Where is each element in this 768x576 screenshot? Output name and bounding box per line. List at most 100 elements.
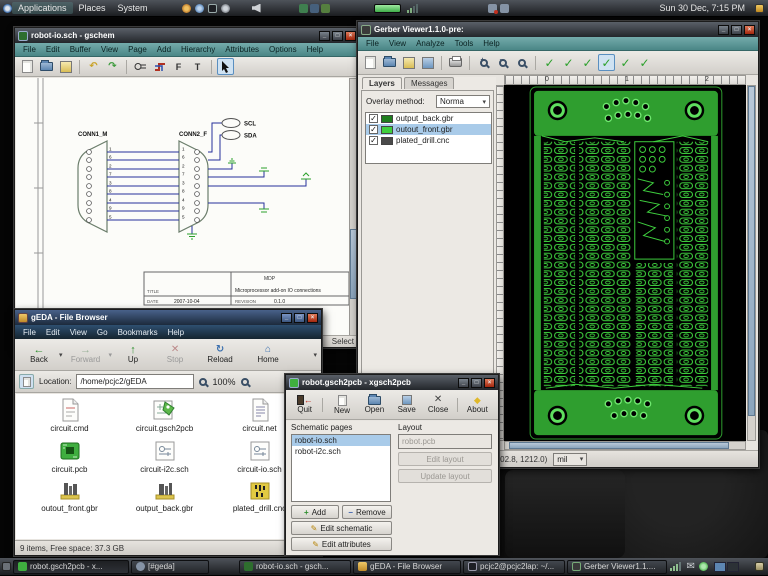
gerber-titlebar[interactable]: Gerber Viewer1.1.0-pre: _ □ × [358,22,758,37]
toggle-layer-4-button[interactable]: ✓ [598,54,615,71]
file-item-output-back-gbr[interactable]: output_back.gbr [117,480,212,513]
file-item-circuit-i2c-sch[interactable]: circuit-i2c.sch [117,439,212,474]
toggle-layer-6-button[interactable]: ✓ [636,54,653,71]
toolbar-overflow-dropdown[interactable]: ▾ [313,351,317,359]
xgsch2pcb-close-button[interactable]: × [484,377,495,388]
filebrowser-maximize-button[interactable]: □ [294,312,305,323]
fb-menu-file[interactable]: File [18,327,41,338]
gerber-save-button[interactable] [400,54,417,71]
taskbar-item-gschem[interactable]: robot-io.sch - gsch... [239,559,351,574]
gschem-titlebar[interactable]: robot-io.sch - gschem _ □ × [15,28,359,43]
checkbox-checked-icon[interactable]: ✓ [369,136,378,145]
gschem-maximize-button[interactable]: □ [332,30,343,41]
checkbox-checked-icon[interactable]: ✓ [369,114,378,123]
menu-applications[interactable]: Applications [12,2,73,14]
xgsch2pcb-minimize-button[interactable]: _ [458,377,469,388]
gerber-menu-tools[interactable]: Tools [450,38,479,49]
signal-strength-icon[interactable] [406,3,418,13]
net-label-ovals[interactable]: SCL SDA [221,118,257,140]
show-desktop-icon[interactable] [2,562,11,571]
reload-button[interactable]: ↻ Reload [196,345,244,365]
fb-menu-view[interactable]: View [65,327,92,338]
close-project-button[interactable]: ✕ Close [422,395,453,415]
gerber-hscrollbar[interactable] [504,441,746,450]
back-button[interactable]: ← Back [19,345,59,365]
applet-icon-1[interactable] [298,3,308,13]
xgsch2pcb-titlebar[interactable]: robot.gsch2pcb - xgsch2pcb _ □ × [286,375,498,390]
layer-row-plated-drill[interactable]: ✓ plated_drill.cnc [366,135,491,146]
toggle-layer-5-button[interactable]: ✓ [617,54,634,71]
save-project-button[interactable]: Save [391,395,422,414]
gschem-menu-hierarchy[interactable]: Hierarchy [176,44,220,55]
taskbar-item-filebrowser[interactable]: gEDA - File Browser [353,559,461,574]
gschem-menu-file[interactable]: File [18,44,41,55]
globe-launcher-icon[interactable] [194,3,204,13]
new-file-button[interactable] [19,58,36,75]
gerber-vscrollbar[interactable] [747,85,756,441]
applet-icon-2[interactable] [309,3,319,13]
menu-system[interactable]: System [112,2,154,14]
gschem-menu-attributes[interactable]: Attributes [220,44,264,55]
terminal-launcher-icon[interactable] [207,3,217,13]
xgsch2pcb-maximize-button[interactable]: □ [471,377,482,388]
quit-button[interactable]: ← Quit [290,395,319,414]
toggle-layer-2-button[interactable]: ✓ [560,54,577,71]
checkbox-checked-icon[interactable]: ✓ [369,125,378,134]
notes-applet-icon[interactable] [755,3,764,13]
tray-mail-icon[interactable]: ✉ [687,561,695,572]
gschem-menu-add[interactable]: Add [152,44,176,55]
gerber-new-button[interactable] [362,54,379,71]
gschem-minimize-button[interactable]: _ [319,30,330,41]
open-file-button[interactable] [38,58,55,75]
gschem-menu-page[interactable]: Page [123,44,152,55]
edit-attributes-button[interactable]: ✎ Edit attributes [291,537,392,551]
units-select[interactable]: mil ▾ [553,452,588,466]
connector-conn1[interactable] [77,140,108,233]
gerber-menu-view[interactable]: View [384,38,411,49]
schematic-pages-list[interactable]: robot-io.sch robot-i2c.sch [291,434,391,502]
layer-row-output-back[interactable]: ✓ output_back.gbr [366,113,491,124]
edit-schematic-button[interactable]: ✎ Edit schematic [291,521,392,535]
fb-menu-go[interactable]: Go [92,327,113,338]
save-file-button[interactable] [57,58,74,75]
gschem-vscroll-thumb[interactable] [350,229,357,299]
zoom-out-icon[interactable] [199,377,208,386]
applet-icon-3[interactable] [320,3,330,13]
tray-signal-icon[interactable] [669,562,681,571]
im-status-icon[interactable] [487,3,498,14]
gerber-open-button[interactable] [381,54,398,71]
filebrowser-minimize-button[interactable]: _ [281,312,292,323]
gerber-menu-file[interactable]: File [361,38,384,49]
file-item-outout-front-gbr[interactable]: outout_front.gbr [22,480,117,513]
stop-button[interactable]: ✕ Stop [154,345,196,365]
zoom-level[interactable]: 100% [212,377,235,387]
tab-messages[interactable]: Messages [404,77,455,89]
add-text-button[interactable]: T [189,58,206,75]
location-toggle-button[interactable] [19,374,34,389]
toggle-layer-1-button[interactable]: ✓ [541,54,558,71]
layer-row-output-front[interactable]: ✓ outout_front.gbr [366,124,491,135]
taskbar-item-xgsch2pcb[interactable]: robot.gsch2pcb - x... [13,559,129,574]
overlay-method-select[interactable]: Norma ▾ [436,95,490,108]
add-page-button[interactable]: + Add [291,505,339,519]
battery-indicator[interactable] [373,3,401,13]
about-button[interactable]: ◆ About [461,395,494,414]
workspace-switcher[interactable] [714,561,739,572]
page-row-robot-i2c[interactable]: robot-i2c.sch [292,446,390,457]
filebrowser-close-button[interactable]: × [307,312,318,323]
gerber-vscroll-thumb[interactable] [748,86,755,416]
gerber-hscroll-thumb[interactable] [509,442,729,449]
tab-layers[interactable]: Layers [362,77,402,89]
gerber-canvas[interactable] [504,85,746,441]
taskbar-item-gerber[interactable]: Gerber Viewer1.1.... [567,559,667,574]
gschem-menu-view[interactable]: View [96,44,123,55]
forward-button[interactable]: → Forward [63,345,109,365]
gerber-maximize-button[interactable]: □ [731,24,742,35]
fb-menu-edit[interactable]: Edit [41,327,65,338]
net-wires[interactable] [107,122,307,234]
home-button[interactable]: ⌂ Home [244,345,292,365]
gschem-close-button[interactable]: × [345,30,356,41]
gerber-close-button[interactable]: × [744,24,755,35]
trash-icon[interactable] [755,562,764,571]
gschem-menu-buffer[interactable]: Buffer [65,44,96,55]
